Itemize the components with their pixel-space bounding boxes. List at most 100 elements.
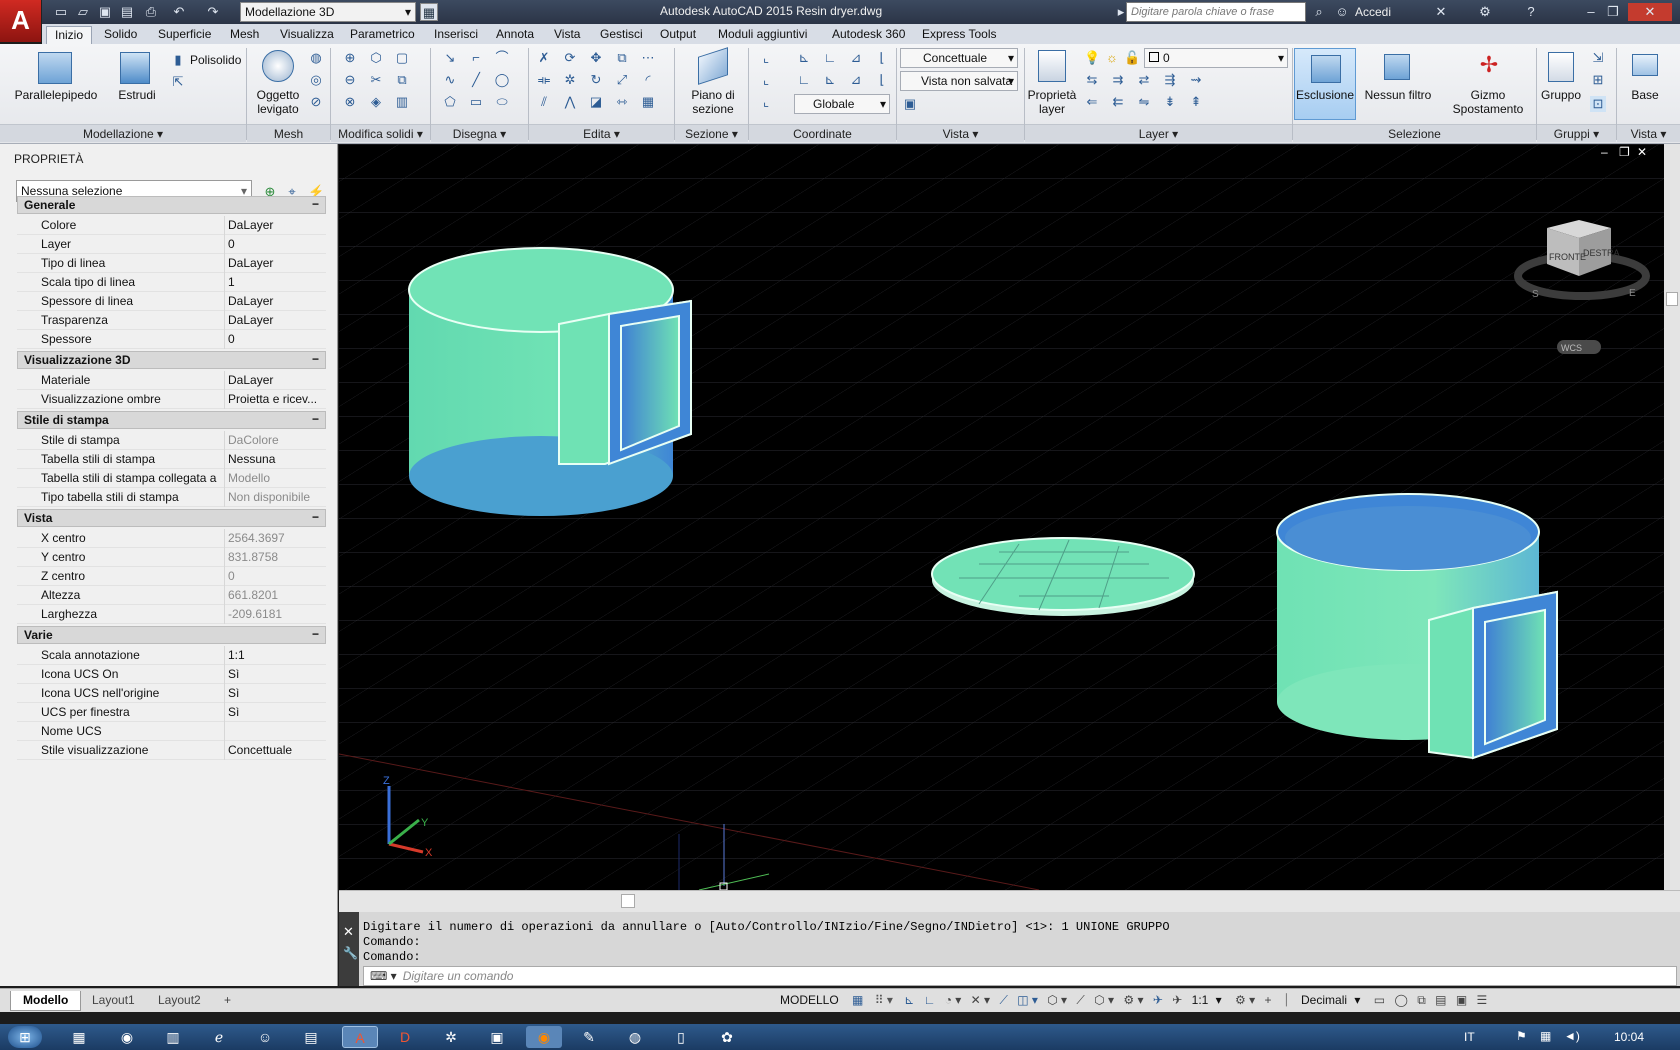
property-row[interactable]: Colore DaLayer [17,216,326,235]
extract-edges-icon[interactable]: ⬡ [368,50,384,66]
property-row[interactable]: Tabella stili di stampa collegata a Model… [17,469,326,488]
quick-properties-icon[interactable]: ▭ [1374,993,1385,1007]
taskbar-app-icon[interactable]: ✎ [574,1026,604,1048]
presspull-icon[interactable]: ⇱ [170,74,186,90]
layer-lock-icon[interactable]: ⇝ [1188,72,1204,88]
taskbar-app-icon[interactable]: ▣ [482,1026,512,1048]
layer-off-icon[interactable]: ⇄ [1136,72,1152,88]
share-icon[interactable]: ▦ [420,3,438,21]
tab-inizio[interactable]: Inizio [46,26,93,44]
vertical-scrollbar[interactable] [1664,144,1680,890]
property-value[interactable]: -209.6181 [228,607,324,621]
filter-icon[interactable] [1384,54,1410,80]
taskbar-firefox-icon[interactable]: ◉ [526,1026,562,1048]
panel-vista-base[interactable]: Vista ▾ [1617,124,1680,142]
nessun-filtro-label[interactable]: Nessun filtro [1360,88,1436,102]
offset-icon[interactable]: ⫽ [536,94,552,110]
autoscale-icon[interactable]: ✈ [1172,993,1182,1007]
layer-properties-icon[interactable] [1038,50,1066,82]
layer-on-icon[interactable]: ⇋ [1136,94,1152,110]
panel-mesh[interactable]: Mesh [247,124,330,142]
tab-layout1[interactable]: Layout1 [80,991,147,1011]
chamfer-icon[interactable]: ◪ [588,94,604,110]
taskbar-app-icon[interactable]: ▯ [666,1026,696,1048]
rotate-icon[interactable]: ↻ [588,72,604,88]
stretch-icon[interactable]: ⇿ [614,94,630,110]
property-row[interactable]: Y centro 831.8758 [17,548,326,567]
visual-style-dropdown[interactable]: Concettuale ▾ [900,48,1018,68]
gruppo-label[interactable]: Gruppo [1538,88,1584,102]
section-header[interactable]: Stile di stampa − [17,411,326,429]
ucs-3point-icon[interactable]: ⌊ [874,50,890,66]
lineweight-icon[interactable]: ⟋ [999,993,1007,1007]
tab-output[interactable]: Output [652,26,704,44]
mesh-smooth-less-icon[interactable]: ◎ [308,72,324,88]
tab-express-tools[interactable]: Express Tools [914,26,1004,44]
minimize-icon[interactable]: – [1582,3,1600,21]
new-file-icon[interactable]: ▭ [52,3,70,21]
snap-toggle-icon[interactable]: ⠿ ▾ [875,993,893,1007]
taskbar-app-icon[interactable]: D [390,1026,420,1048]
separate-icon[interactable]: ▥ [394,94,410,110]
binoculars-icon[interactable]: ⌕ [1310,3,1328,21]
help-icon[interactable]: ? [1522,3,1540,21]
property-value[interactable]: 1 [228,275,324,289]
lock-ui-icon[interactable]: ◯ [1394,993,1407,1007]
tab-gestisci[interactable]: Gestisci [592,26,651,44]
line-icon[interactable]: ↘ [442,50,458,66]
mesh-refine-icon[interactable]: ⊘ [308,94,324,110]
polysolid-icon[interactable]: ▮ [170,52,186,68]
section-header[interactable]: Visualizzazione 3D − [17,351,326,369]
group-icon[interactable] [1548,52,1574,82]
property-row[interactable]: Icona UCS On Sì [17,665,326,684]
circle-icon[interactable]: ◯ [494,72,510,88]
property-value[interactable]: DaLayer [228,294,324,308]
lock-icon[interactable]: 🔓 [1124,50,1140,66]
tab-vista[interactable]: Vista [546,26,588,44]
base-view-icon[interactable] [1632,54,1658,76]
signin-link[interactable]: Accedi [1355,5,1391,19]
panel-sezione[interactable]: Sezione ▾ [675,124,748,142]
base-label[interactable]: Base [1620,88,1670,102]
3dpolyline-icon[interactable]: ╱ [468,72,484,88]
annotation-monitor-icon[interactable]: + [1265,993,1272,1007]
property-value[interactable]: DaLayer [228,256,324,270]
exchange-icon[interactable]: ✕ [1432,3,1450,21]
taskbar-app-icon[interactable]: ◍ [620,1026,650,1048]
start-button[interactable]: ⊞ [8,1026,42,1048]
tab-parametrico[interactable]: Parametrico [342,26,423,44]
close-command-icon[interactable]: ✕ [343,924,354,940]
panel-disegna[interactable]: Disegna ▾ [431,124,528,142]
array-icon[interactable]: ⋀ [562,94,578,110]
tab-annota[interactable]: Annota [488,26,542,44]
tab-inserisci[interactable]: Inserisci [426,26,486,44]
print-icon[interactable]: ⎙ [142,3,160,21]
piano-sezione-label[interactable]: Piano di sezione [680,88,746,116]
drawing-viewport[interactable]: Z Y X FRONTE DESTRA S E WCS – ❐ ✕ [339,144,1680,890]
property-value[interactable]: DaColore [228,433,324,447]
layer-prev-icon[interactable]: ⇐ [1084,94,1100,110]
horizontal-scrollbar[interactable] [339,890,1680,912]
ucs-z-icon[interactable]: ⊿ [848,50,864,66]
cylinder-left[interactable] [408,247,692,516]
collapse-icon[interactable]: − [312,412,319,426]
grid-toggle-icon[interactable]: ▦ [852,993,863,1007]
align-icon[interactable]: ✲ [562,72,578,88]
property-row[interactable]: Scala annotazione 1:1 [17,646,326,665]
isodraft-icon[interactable]: ◔ ▾ [945,993,962,1007]
property-value[interactable]: 0 [228,569,324,583]
property-value[interactable]: 831.8758 [228,550,324,564]
property-row[interactable]: Stile visualizzazione Concettuale [17,741,326,760]
vertical-scroll-thumb[interactable] [1666,292,1678,306]
layer-unisolate-icon[interactable]: ⇇ [1110,94,1126,110]
property-value[interactable]: Sì [228,705,324,719]
layer-match-icon[interactable]: ⇆ [1084,72,1100,88]
viewport-restore-icon[interactable]: ❐ [1619,145,1630,159]
selection-cycling-icon[interactable]: ⬡ ▾ [1047,993,1067,1007]
taskbar-app-icon[interactable]: ◉ [112,1026,142,1048]
undo-icon[interactable]: ↶ [170,3,188,21]
mirror3d-icon[interactable]: ⟚ [536,72,552,88]
estrudi-label[interactable]: Estrudi [112,88,162,102]
osnap-tracking-icon[interactable]: ✕ ▾ [971,993,990,1007]
taskbar-app-icon[interactable]: ☺ [250,1026,280,1048]
